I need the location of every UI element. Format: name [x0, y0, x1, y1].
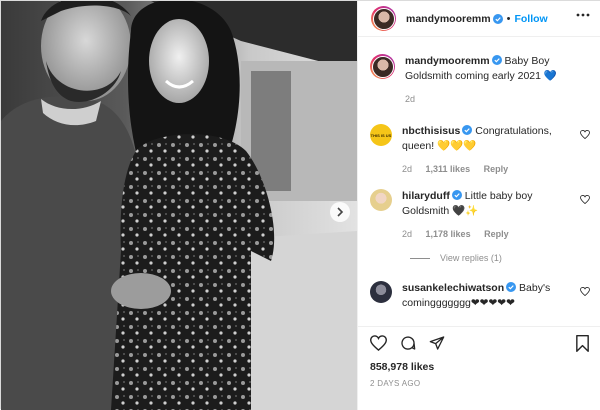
comment-age: 2d: [402, 229, 413, 239]
post-photo[interactable]: [1, 1, 357, 410]
author-avatar[interactable]: [371, 6, 396, 31]
like-heart-icon[interactable]: [370, 335, 387, 351]
commenter-avatar[interactable]: [370, 281, 392, 303]
comment-meta: 2d 1,311 likes Reply: [402, 162, 572, 177]
post-side-panel: mandymooremm • Follow mandymooremm Baby …: [357, 1, 600, 410]
verified-badge-icon: [491, 55, 502, 65]
comment-username[interactable]: nbcthisisus: [402, 125, 460, 137]
photo-image: [1, 1, 357, 410]
caption-age: 2d: [405, 94, 416, 104]
comment-username[interactable]: hilaryduff: [402, 190, 450, 202]
post-actions: 858,978 likes 2 DAYS AGO: [358, 326, 600, 410]
comment-item: hilaryduff Little baby boy Goldsmith 🖤✨ …: [370, 189, 592, 242]
view-replies-label: View replies (1): [440, 253, 502, 263]
post-header: mandymooremm • Follow: [358, 1, 600, 37]
more-options-icon[interactable]: [576, 13, 590, 17]
commenter-avatar[interactable]: [370, 189, 392, 211]
comment-icon[interactable]: [400, 335, 416, 351]
verified-badge-icon: [462, 125, 473, 135]
commenter-avatar[interactable]: THIS IS US: [370, 124, 392, 146]
author-username[interactable]: mandymooremm: [406, 13, 491, 25]
heart-icon[interactable]: [580, 287, 590, 296]
caption-item: mandymooremm Baby Boy Goldsmith coming e…: [370, 54, 592, 107]
comment-username[interactable]: susankelechiwatson: [402, 282, 504, 294]
view-replies-button[interactable]: View replies (1): [410, 253, 502, 263]
caption-body: mandymooremm Baby Boy Goldsmith coming e…: [405, 54, 575, 107]
caption-emoji: 💙: [543, 70, 557, 82]
bookmark-icon[interactable]: [575, 335, 590, 352]
comment-meta: 2d 1,178 likes Reply: [402, 227, 572, 242]
chevron-right-icon: [337, 207, 344, 217]
view-replies-line: [410, 257, 430, 259]
instagram-post: mandymooremm • Follow mandymooremm Baby …: [0, 0, 600, 410]
share-icon[interactable]: [429, 335, 445, 351]
comment-item: susankelechiwatson Baby's cominggggggg❤❤…: [370, 281, 592, 311]
verified-badge-icon: [506, 282, 517, 292]
comment-likes[interactable]: 1,311 likes: [426, 164, 471, 174]
comment-body: nbcthisisus Congratulations, queen! 💛💛💛 …: [402, 124, 572, 177]
caption-avatar[interactable]: [370, 54, 395, 79]
follow-button[interactable]: Follow: [514, 13, 547, 25]
posted-time: 2 DAYS AGO: [370, 379, 421, 388]
heart-icon[interactable]: [580, 195, 590, 204]
verified-badge-icon: [451, 190, 462, 200]
comment-age: 2d: [402, 164, 413, 174]
caption-meta: 2d: [405, 92, 575, 107]
comment-likes[interactable]: 1,178 likes: [426, 229, 471, 239]
comment-body: hilaryduff Little baby boy Goldsmith 🖤✨ …: [402, 189, 572, 242]
reply-button[interactable]: Reply: [484, 229, 509, 239]
separator-dot: •: [506, 12, 511, 25]
verified-badge-icon: [492, 13, 503, 24]
next-photo-button[interactable]: [330, 202, 350, 222]
caption-username[interactable]: mandymooremm: [405, 55, 490, 67]
comments-list[interactable]: mandymooremm Baby Boy Goldsmith coming e…: [358, 38, 600, 326]
comment-body: susankelechiwatson Baby's cominggggggg❤❤…: [402, 281, 572, 311]
heart-icon[interactable]: [580, 130, 590, 139]
likes-count[interactable]: 858,978 likes: [370, 361, 434, 373]
reply-button[interactable]: Reply: [484, 164, 509, 174]
comment-item: THIS IS US nbcthisisus Congratulations, …: [370, 124, 592, 177]
